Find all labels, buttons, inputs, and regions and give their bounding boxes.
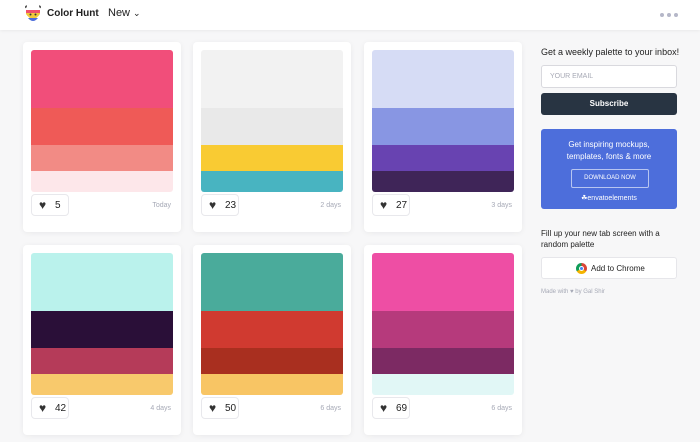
palette-card: ♥ 42 4 days bbox=[23, 245, 181, 435]
like-button[interactable]: ♥ 5 bbox=[31, 194, 69, 216]
color-swatch[interactable] bbox=[31, 374, 173, 395]
download-now-button[interactable]: DOWNLOAD NOW bbox=[571, 169, 649, 188]
palette-date: 3 days bbox=[491, 202, 512, 209]
color-hunt-logo-icon[interactable] bbox=[23, 5, 43, 25]
color-swatch[interactable] bbox=[31, 348, 173, 374]
palette-swatches[interactable] bbox=[201, 50, 343, 192]
color-swatch[interactable] bbox=[201, 311, 343, 348]
heart-icon: ♥ bbox=[209, 198, 217, 212]
like-button[interactable]: ♥ 69 bbox=[372, 397, 410, 419]
new-tab-promo-text: Fill up your new tab screen with a bbox=[541, 229, 660, 238]
color-swatch[interactable] bbox=[31, 50, 173, 108]
more-menu-button[interactable] bbox=[660, 13, 678, 18]
heart-icon: ♥ bbox=[209, 401, 217, 415]
palette-card: ♥ 5 Today bbox=[23, 42, 181, 232]
palette-card: ♥ 69 6 days bbox=[364, 245, 522, 435]
like-count: 50 bbox=[225, 403, 237, 414]
heart-icon: ♥ bbox=[39, 401, 47, 415]
envato-promo-banner[interactable]: Get inspiring mockups, templates, fonts … bbox=[541, 129, 677, 209]
color-swatch[interactable] bbox=[201, 50, 343, 108]
chrome-icon bbox=[576, 263, 587, 274]
palette-card: ♥ 27 3 days bbox=[364, 42, 522, 232]
email-input[interactable] bbox=[541, 65, 677, 88]
dot-icon bbox=[660, 13, 664, 17]
like-count: 27 bbox=[396, 200, 408, 211]
subscribe-button[interactable]: Subscribe bbox=[541, 93, 677, 115]
top-bar: Color Hunt New ⌄ bbox=[0, 0, 700, 30]
color-swatch[interactable] bbox=[201, 108, 343, 145]
like-count: 42 bbox=[55, 403, 67, 414]
newsletter-title: Get a weekly palette to your inbox! bbox=[541, 47, 680, 57]
color-swatch[interactable] bbox=[31, 311, 173, 348]
new-tab-promo-text: random palette bbox=[541, 240, 595, 249]
promo-text-line: Get inspiring mockups, bbox=[568, 140, 650, 149]
palette-swatches[interactable] bbox=[31, 50, 173, 192]
chevron-down-icon: ⌄ bbox=[133, 8, 141, 18]
brand-name[interactable]: Color Hunt bbox=[47, 8, 99, 19]
color-swatch[interactable] bbox=[372, 253, 514, 311]
color-swatch[interactable] bbox=[201, 253, 343, 311]
like-button[interactable]: ♥ 50 bbox=[201, 397, 239, 419]
like-button[interactable]: ♥ 42 bbox=[31, 397, 69, 419]
palette-card: ♥ 23 2 days bbox=[193, 42, 351, 232]
palette-swatches[interactable] bbox=[372, 50, 514, 192]
heart-icon: ♥ bbox=[380, 198, 388, 212]
color-swatch[interactable] bbox=[201, 145, 343, 171]
made-with-credit: Made with ♥ by Gal Shir bbox=[541, 289, 605, 295]
color-swatch[interactable] bbox=[31, 171, 173, 192]
palette-card: ♥ 50 6 days bbox=[193, 245, 351, 435]
palette-swatches[interactable] bbox=[372, 253, 514, 395]
color-swatch[interactable] bbox=[372, 311, 514, 348]
palette-date: 6 days bbox=[491, 405, 512, 412]
promo-text-line: templates, fonts & more bbox=[566, 152, 652, 161]
color-swatch[interactable] bbox=[372, 108, 514, 145]
envato-elements-logo: ☘envatoelements bbox=[581, 195, 637, 202]
nav-new-label: New bbox=[108, 7, 131, 19]
color-swatch[interactable] bbox=[372, 171, 514, 192]
color-swatch[interactable] bbox=[31, 253, 173, 311]
like-count: 69 bbox=[396, 403, 408, 414]
palette-date: 4 days bbox=[150, 405, 171, 412]
color-swatch[interactable] bbox=[372, 50, 514, 108]
dot-icon bbox=[674, 13, 678, 17]
like-count: 5 bbox=[55, 200, 61, 211]
palette-date: Today bbox=[152, 202, 171, 209]
like-button[interactable]: ♥ 23 bbox=[201, 194, 239, 216]
like-count: 23 bbox=[225, 200, 237, 211]
like-button[interactable]: ♥ 27 bbox=[372, 194, 410, 216]
dot-icon bbox=[667, 13, 671, 17]
color-swatch[interactable] bbox=[201, 374, 343, 395]
color-swatch[interactable] bbox=[31, 145, 173, 171]
color-swatch[interactable] bbox=[31, 108, 173, 145]
palette-swatches[interactable] bbox=[201, 253, 343, 395]
add-to-chrome-button[interactable]: Add to Chrome bbox=[541, 257, 677, 279]
color-swatch[interactable] bbox=[201, 171, 343, 192]
palette-swatches[interactable] bbox=[31, 253, 173, 395]
palette-date: 6 days bbox=[320, 405, 341, 412]
palette-date: 2 days bbox=[320, 202, 341, 209]
add-to-chrome-label: Add to Chrome bbox=[591, 264, 645, 273]
color-swatch[interactable] bbox=[372, 145, 514, 171]
nav-new-dropdown[interactable]: New ⌄ bbox=[108, 7, 141, 19]
heart-icon: ♥ bbox=[39, 198, 47, 212]
color-swatch[interactable] bbox=[201, 348, 343, 374]
color-swatch[interactable] bbox=[372, 348, 514, 374]
color-swatch[interactable] bbox=[372, 374, 514, 395]
heart-icon: ♥ bbox=[380, 401, 388, 415]
